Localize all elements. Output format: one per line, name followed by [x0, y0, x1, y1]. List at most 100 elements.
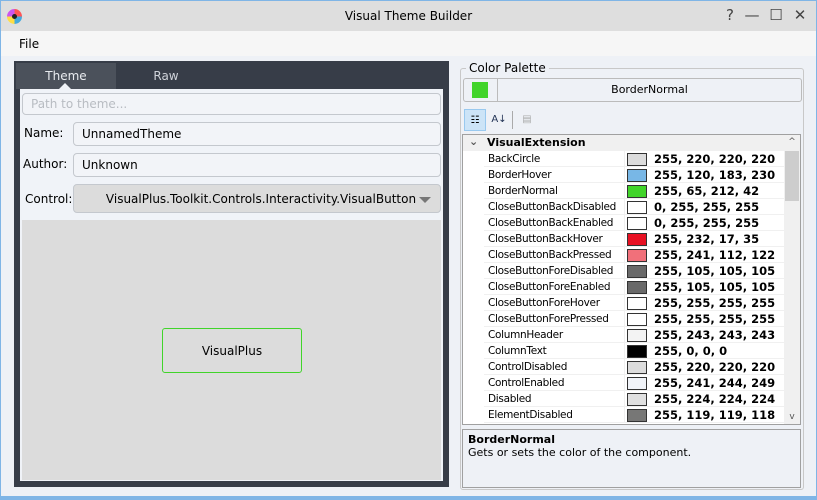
- property-value[interactable]: 255, 105, 105, 105: [654, 264, 775, 278]
- property-grid: ⌄ VisualExtension BackCircle 255, 220, 220…: [462, 134, 801, 425]
- menu-file[interactable]: File: [19, 37, 39, 51]
- color-swatch: [627, 153, 647, 166]
- chevron-down-icon[interactable]: ⌄: [469, 135, 478, 148]
- categorized-icon[interactable]: ☷: [464, 109, 486, 131]
- divider: [624, 359, 625, 375]
- property-row[interactable]: CloseButtonBackHover 255, 232, 17, 35: [484, 231, 785, 247]
- color-swatch: [627, 169, 647, 182]
- property-name: CloseButtonBackEnabled: [488, 217, 614, 229]
- property-name: Disabled: [488, 393, 532, 405]
- property-name: BackCircle: [488, 153, 540, 165]
- window-title: Visual Theme Builder: [344, 9, 473, 23]
- property-value[interactable]: 0, 255, 255, 255: [654, 216, 759, 230]
- property-value[interactable]: 255, 255, 255, 255: [654, 296, 775, 310]
- sort-az-icon[interactable]: A↓: [488, 109, 510, 131]
- path-input[interactable]: Path to theme...: [22, 93, 441, 115]
- theme-panel: Theme Raw Path to theme... Name: Unnamed…: [14, 61, 449, 487]
- divider: [624, 215, 625, 231]
- property-row[interactable]: ColumnHeader 255, 243, 243, 243: [484, 327, 785, 343]
- property-value[interactable]: 255, 120, 183, 230: [654, 168, 775, 182]
- property-name: ColumnHeader: [488, 329, 563, 341]
- property-value[interactable]: 255, 224, 224, 224: [654, 392, 775, 406]
- property-name: CloseButtonForePressed: [488, 313, 609, 325]
- property-row[interactable]: CloseButtonForeHover 255, 255, 255, 255: [484, 295, 785, 311]
- tab-raw[interactable]: Raw: [116, 63, 216, 89]
- color-swatch: [627, 313, 647, 326]
- scroll-down-icon[interactable]: v: [784, 412, 800, 422]
- minimize-button[interactable]: —: [742, 6, 762, 24]
- scroll-up-icon[interactable]: ^: [784, 137, 800, 147]
- property-row[interactable]: BorderHover 255, 120, 183, 230: [484, 167, 785, 183]
- property-row[interactable]: ColumnText 255, 0, 0, 0: [484, 343, 785, 359]
- color-swatch: [627, 297, 647, 310]
- color-swatch: [627, 185, 647, 198]
- color-swatch: [627, 409, 647, 422]
- property-name: ControlDisabled: [488, 361, 568, 373]
- property-row[interactable]: ElementDisabled 255, 119, 119, 118: [484, 407, 785, 423]
- property-value[interactable]: 255, 105, 105, 105: [654, 280, 775, 294]
- divider: [624, 199, 625, 215]
- help-button[interactable]: ?: [720, 6, 740, 24]
- property-name: CloseButtonForeHover: [488, 297, 600, 309]
- property-row[interactable]: Disabled 255, 224, 224, 224: [484, 391, 785, 407]
- author-input[interactable]: Unknown: [73, 153, 441, 177]
- divider: [624, 247, 625, 263]
- property-row[interactable]: ControlEnabled 255, 241, 244, 249: [484, 375, 785, 391]
- property-row[interactable]: CloseButtonBackPressed 255, 241, 112, 122: [484, 247, 785, 263]
- divider: [624, 295, 625, 311]
- property-name: CloseButtonForeEnabled: [488, 281, 611, 293]
- menu-bar: File: [1, 31, 816, 56]
- scrollbar[interactable]: ^ v: [784, 135, 800, 424]
- control-dropdown[interactable]: VisualPlus.Toolkit.Controls.Interactivit…: [73, 184, 441, 213]
- control-value: VisualPlus.Toolkit.Controls.Interactivit…: [105, 191, 417, 206]
- property-name: ColumnText: [488, 345, 547, 357]
- divider: [624, 279, 625, 295]
- property-row[interactable]: CloseButtonBackEnabled 0, 255, 255, 255: [484, 215, 785, 231]
- property-value[interactable]: 255, 220, 220, 220: [654, 152, 775, 166]
- property-row[interactable]: ControlDisabled 255, 220, 220, 220: [484, 359, 785, 375]
- color-swatch: [627, 393, 647, 406]
- selected-color-header[interactable]: BorderNormal: [463, 78, 802, 102]
- title-bar: Visual Theme Builder ? — ☐ ✕: [1, 1, 816, 31]
- property-pages-icon[interactable]: ▤: [516, 109, 538, 131]
- preview-button[interactable]: VisualPlus: [162, 328, 302, 373]
- property-row[interactable]: CloseButtonBackDisabled 0, 255, 255, 255: [484, 199, 785, 215]
- control-label: Control:: [25, 192, 73, 206]
- color-swatch: [627, 281, 647, 294]
- color-swatch: [627, 377, 647, 390]
- tab-theme[interactable]: Theme: [16, 63, 116, 90]
- color-swatch: [627, 361, 647, 374]
- property-value[interactable]: 0, 255, 255, 255: [654, 200, 759, 214]
- property-value[interactable]: 255, 119, 119, 118: [654, 408, 775, 422]
- category-row[interactable]: ⌄ VisualExtension: [463, 135, 785, 151]
- property-value[interactable]: 255, 232, 17, 35: [654, 232, 759, 246]
- color-palette-legend: Color Palette: [466, 61, 549, 75]
- close-button[interactable]: ✕: [790, 6, 810, 24]
- color-swatch: [627, 345, 647, 358]
- property-name: ControlEnabled: [488, 377, 565, 389]
- property-value[interactable]: 255, 241, 112, 122: [654, 248, 775, 262]
- property-row[interactable]: CloseButtonForeEnabled 255, 105, 105, 105: [484, 279, 785, 295]
- property-value[interactable]: 255, 65, 212, 42: [654, 184, 759, 198]
- property-value[interactable]: 255, 243, 243, 243: [654, 328, 775, 342]
- property-value[interactable]: 255, 0, 0, 0: [654, 344, 727, 358]
- preview-area: VisualPlus: [22, 220, 441, 480]
- property-row[interactable]: BackCircle 255, 220, 220, 220: [484, 151, 785, 167]
- property-name: CloseButtonForeDisabled: [488, 265, 614, 277]
- divider: [624, 391, 625, 407]
- color-swatch: [627, 249, 647, 262]
- property-row[interactable]: CloseButtonForePressed 255, 255, 255, 255: [484, 311, 785, 327]
- scrollbar-thumb[interactable]: [785, 151, 799, 201]
- divider: [624, 343, 625, 359]
- maximize-button[interactable]: ☐: [766, 6, 786, 24]
- name-input[interactable]: UnnamedTheme: [73, 122, 441, 146]
- color-swatch: [627, 201, 647, 214]
- property-value[interactable]: 255, 255, 255, 255: [654, 312, 775, 326]
- property-row[interactable]: BorderNormal 255, 65, 212, 42: [484, 183, 785, 199]
- property-value[interactable]: 255, 241, 244, 249: [654, 376, 775, 390]
- selected-color-swatch: [472, 82, 488, 98]
- category-label: VisualExtension: [487, 136, 586, 149]
- property-row[interactable]: CloseButtonForeDisabled 255, 105, 105, 10…: [484, 263, 785, 279]
- theme-tab-content: Path to theme... Name: UnnamedTheme Auth…: [20, 89, 443, 481]
- property-value[interactable]: 255, 220, 220, 220: [654, 360, 775, 374]
